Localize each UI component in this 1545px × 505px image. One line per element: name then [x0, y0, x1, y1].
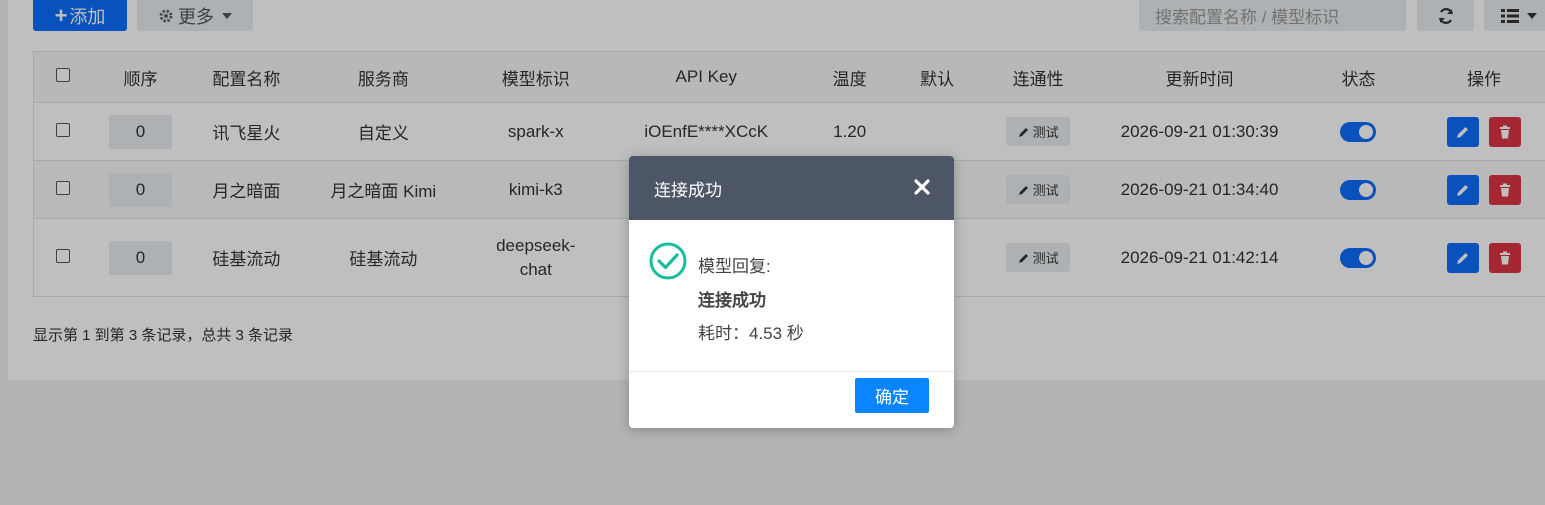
elapsed-time: 耗时：4.53 秒 [698, 324, 804, 343]
dialog-header: 连接成功 [629, 156, 954, 220]
close-icon[interactable] [912, 177, 932, 197]
dialog-body: 模型回复: 连接成功 耗时：4.53 秒 [629, 220, 954, 372]
confirm-button[interactable]: 确定 [855, 378, 929, 413]
success-check-icon [649, 242, 687, 280]
dialog-title: 连接成功 [654, 180, 722, 200]
connection-result-dialog: 连接成功 模型回复: 连接成功 耗时：4.53 秒 确定 [629, 156, 954, 428]
model-reply-label: 模型回复: [698, 257, 771, 276]
model-reply-text: 连接成功 [698, 291, 766, 310]
